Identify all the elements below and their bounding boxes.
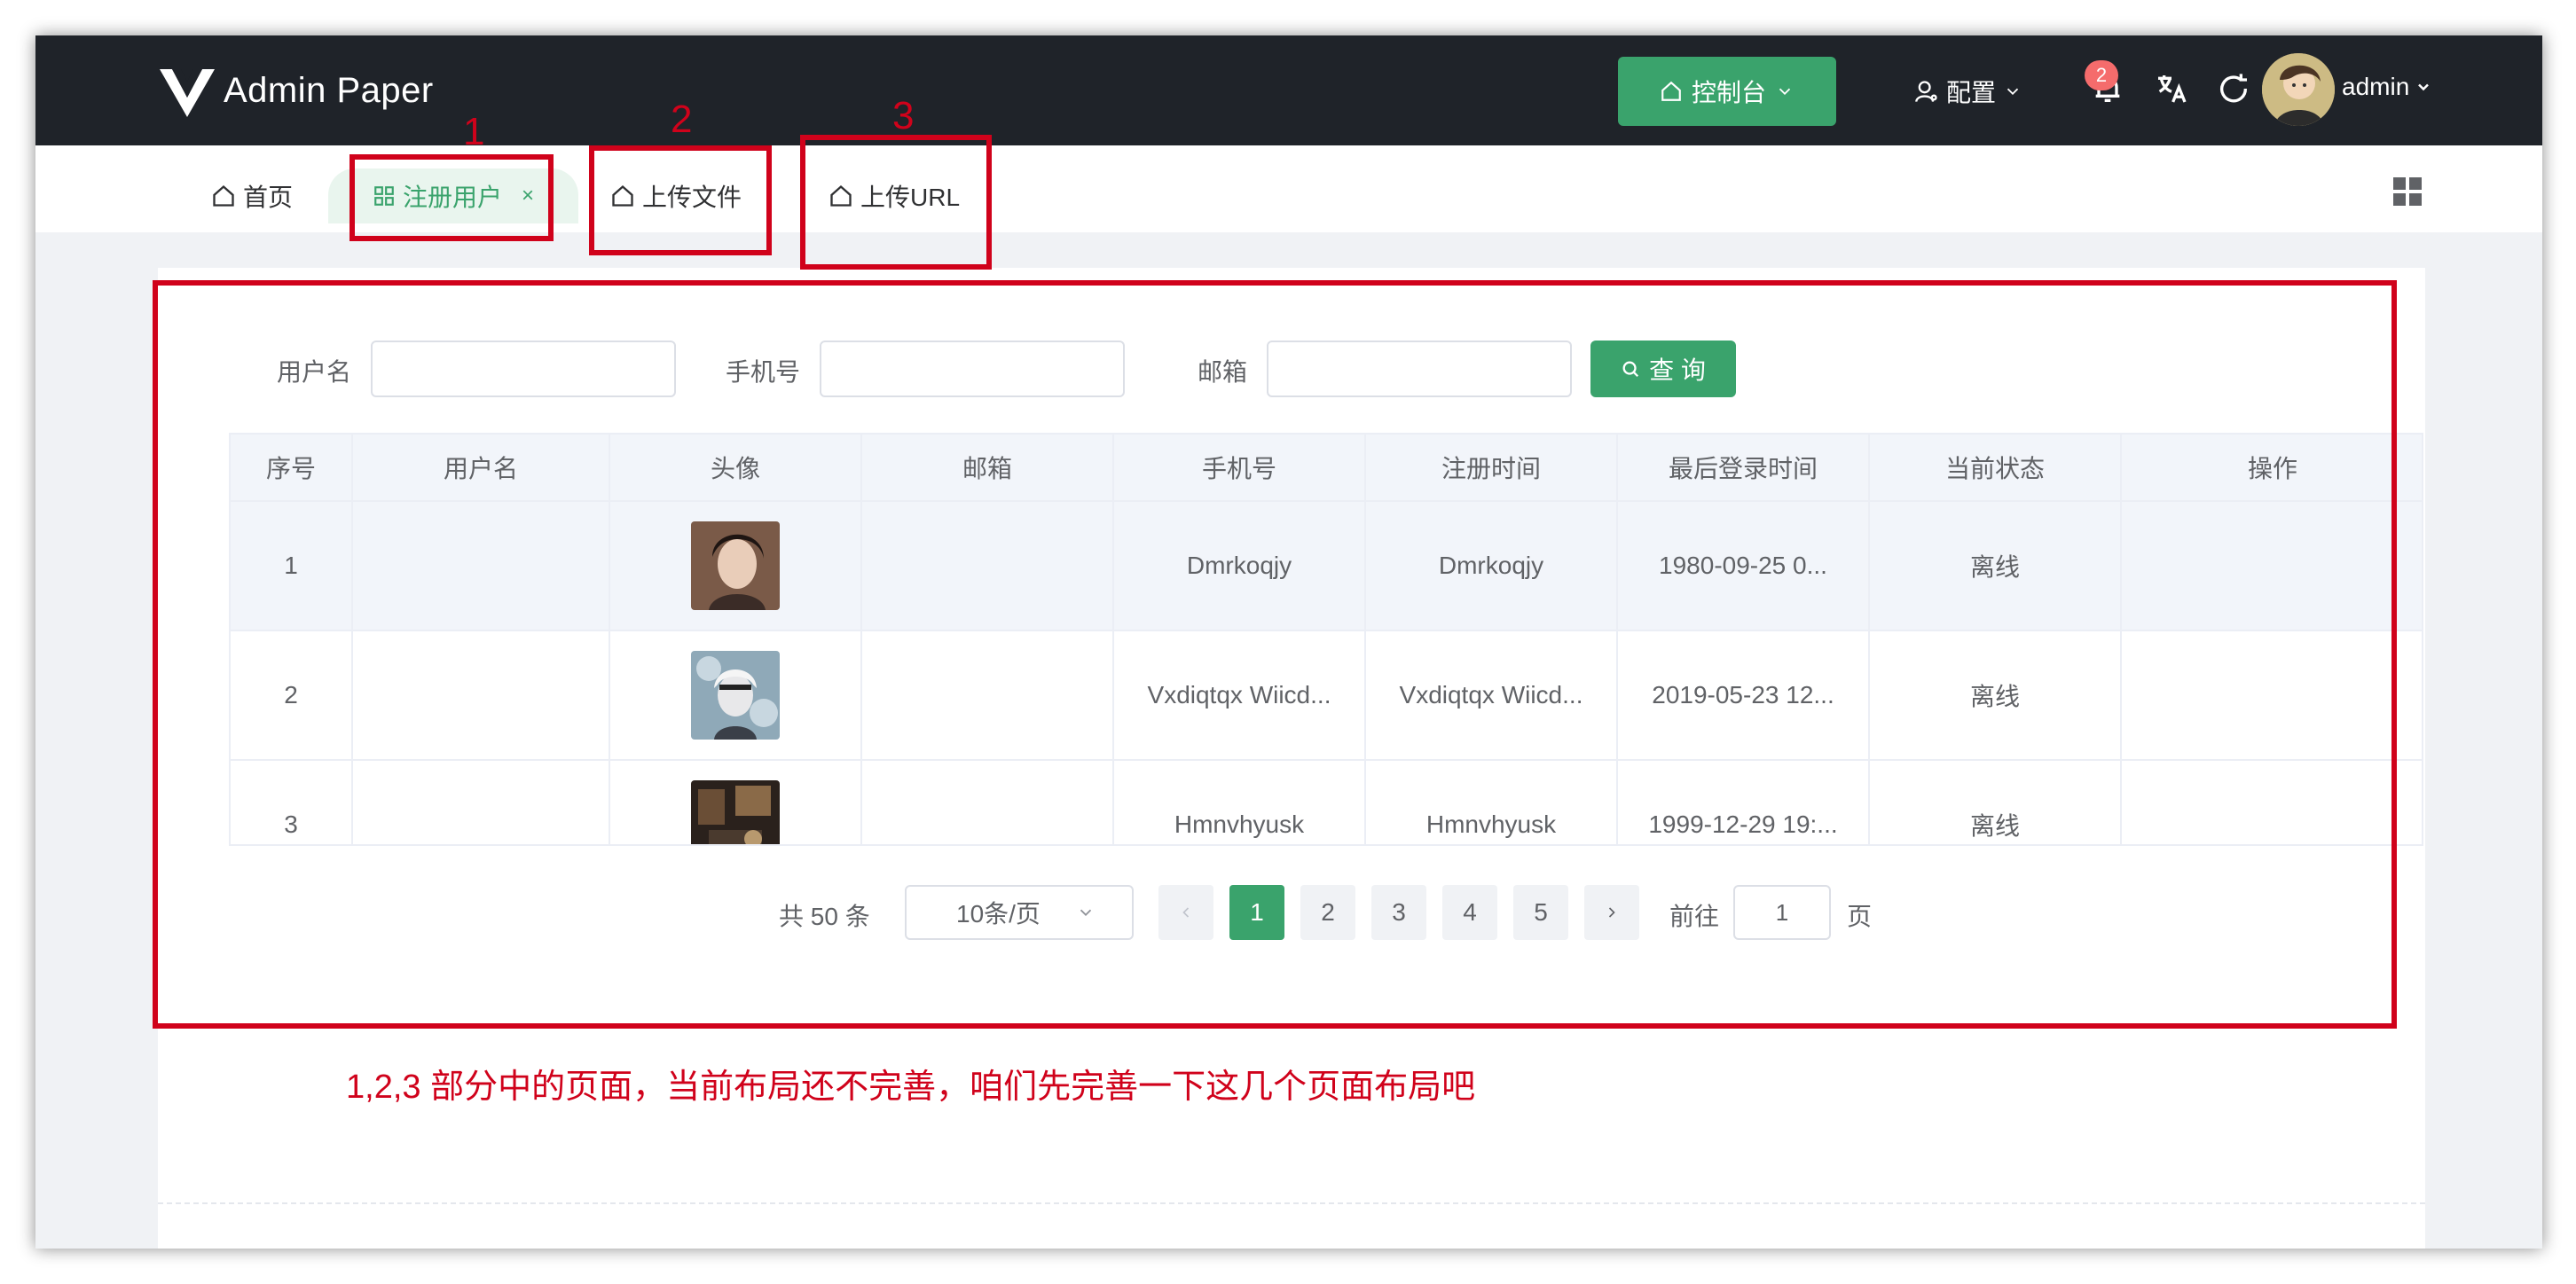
avatar[interactable]	[2262, 53, 2335, 126]
translate-icon[interactable]	[2154, 71, 2189, 106]
annotation-number-3: 3	[892, 94, 915, 137]
home-icon	[1661, 81, 1681, 101]
apps-grid-icon[interactable]	[2393, 177, 2422, 206]
annotation-number-2: 2	[671, 98, 693, 141]
annotation-number-1: 1	[463, 110, 485, 153]
user-settings-icon	[1915, 81, 1937, 102]
chevron-down-icon	[2418, 83, 2430, 91]
logo-icon	[160, 69, 215, 117]
user-name: admin	[2342, 73, 2410, 100]
footer-divider	[158, 1202, 2425, 1204]
annotation-box-3	[800, 135, 992, 270]
chevron-down-icon	[2007, 88, 2019, 96]
config-label: 配置	[1946, 79, 1997, 106]
config-dropdown[interactable]: 配置	[1914, 57, 2056, 126]
top-header: Admin Paper 控制台 配置 2 admin	[35, 35, 2542, 145]
annotation-box-2	[589, 145, 772, 255]
home-icon	[213, 184, 234, 207]
user-menu[interactable]: admin	[2342, 73, 2432, 101]
annotation-box-1	[349, 154, 554, 241]
annotation-box-content	[153, 280, 2397, 1029]
console-dropdown-button[interactable]: 控制台	[1618, 57, 1836, 126]
app-window: Admin Paper 控制台 配置 2 admin 首页 注册用户 × 上传文…	[35, 35, 2542, 1249]
annotation-note: 1,2,3 部分中的页面，当前布局还不完善，咱们先完善一下这几个页面布局吧	[346, 1069, 1476, 1106]
refresh-icon[interactable]	[2216, 71, 2251, 106]
chevron-down-icon	[1779, 88, 1791, 96]
tab-label: 首页	[243, 184, 294, 211]
console-label: 控制台	[1691, 79, 1766, 106]
tab-home[interactable]: 首页	[211, 168, 293, 223]
notification-badge: 2	[2085, 60, 2118, 90]
app-title: Admin Paper	[224, 71, 434, 110]
